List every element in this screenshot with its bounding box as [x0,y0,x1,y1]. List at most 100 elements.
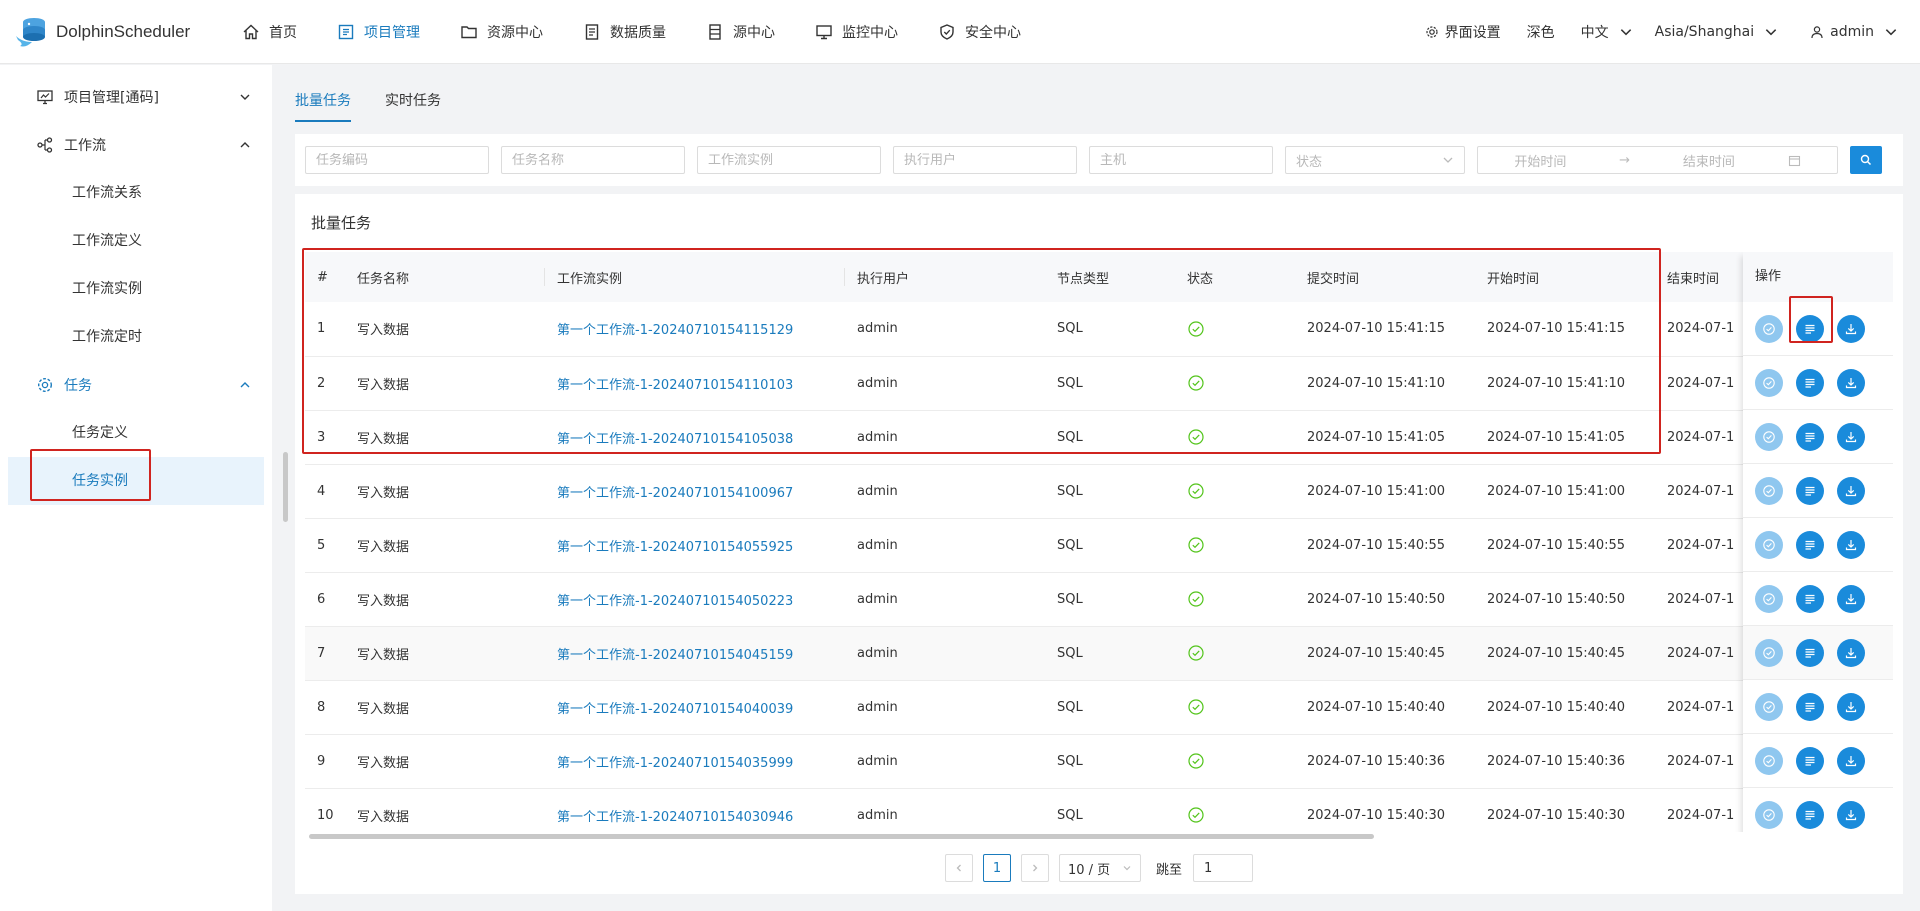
workflow-instance-input[interactable] [708,152,870,168]
row-submit-time: 2024-07-10 15:41:15 [1295,302,1475,357]
view-log-button[interactable] [1796,476,1824,505]
row-workflow-instance-link[interactable]: 第一个工作流-1-20240710154105038 [545,410,845,465]
jump-page-input[interactable]: 1 [1193,854,1253,882]
col-exec-user: 执行用户 [845,252,1045,302]
sidebar-group-task[interactable]: 任务 [0,361,272,409]
view-log-button[interactable] [1796,422,1824,451]
date-range-picker[interactable]: 开始时间 → 结束时间 [1477,146,1838,174]
view-log-button[interactable] [1796,530,1824,559]
nav-home[interactable]: 首页 [222,0,317,64]
nav-project[interactable]: 项目管理 [317,0,440,64]
view-log-button[interactable] [1796,314,1824,343]
table-row: 7 写入数据 第一个工作流-1-20240710154045159 admin SQL 2… [305,626,1893,681]
col-workflow-instance: 工作流实例 [545,252,845,302]
sidebar-item-workflow-definition[interactable]: 工作流定义 [8,217,264,265]
force-success-button[interactable] [1755,746,1783,775]
timezone-select[interactable]: Asia/Shanghai [1655,24,1785,40]
row-workflow-instance-link[interactable]: 第一个工作流-1-20240710154110103 [545,356,845,411]
next-page-button[interactable] [1020,854,1049,882]
view-log-button[interactable] [1796,800,1824,829]
sidebar-scrollbar[interactable] [283,452,288,522]
view-log-button[interactable] [1796,746,1824,775]
force-success-button[interactable] [1755,314,1783,343]
force-success-button[interactable] [1755,530,1783,559]
view-log-button[interactable] [1796,638,1824,667]
language-select[interactable]: 中文 [1581,22,1639,42]
force-success-button[interactable] [1755,692,1783,721]
download-log-button[interactable] [1837,314,1865,343]
sidebar-item-task-instance[interactable]: 任务实例 [8,457,264,505]
row-workflow-instance-link[interactable]: 第一个工作流-1-20240710154115129 [545,302,845,357]
row-task-name: 写入数据 [345,572,545,627]
force-success-button[interactable] [1755,476,1783,505]
force-success-button[interactable] [1755,422,1783,451]
force-success-button[interactable] [1755,800,1783,829]
download-log-button[interactable] [1837,368,1865,397]
exec-user-input[interactable] [904,152,1066,168]
row-task-name: 写入数据 [345,410,545,465]
user-menu[interactable]: admin [1810,24,1904,40]
nav-resource[interactable]: 资源中心 [440,0,563,64]
nav-data-quality[interactable]: 数据质量 [563,0,686,64]
download-log-button[interactable] [1837,422,1865,451]
download-log-button[interactable] [1837,692,1865,721]
sidebar-item-task-definition[interactable]: 任务定义 [8,409,264,457]
row-start-time: 2024-07-10 15:40:50 [1475,572,1655,627]
row-index: 2 [305,356,345,411]
search-button[interactable] [1850,146,1882,174]
nav-data-quality-label: 数据质量 [610,24,666,41]
download-icon [1845,431,1857,442]
task-code-input[interactable] [316,152,478,168]
download-log-button[interactable] [1837,476,1865,505]
success-state-icon [1188,537,1204,553]
tab-realtime-task[interactable]: 实时任务 [385,80,441,122]
download-log-button[interactable] [1837,530,1865,559]
force-success-button[interactable] [1755,638,1783,667]
nav-datasource[interactable]: 源中心 [686,0,795,64]
force-success-button[interactable] [1755,584,1783,613]
row-workflow-instance-link[interactable]: 第一个工作流-1-20240710154030946 [545,788,845,832]
download-log-button[interactable] [1837,746,1865,775]
nav-security[interactable]: 安全中心 [918,0,1041,64]
host-input[interactable] [1100,152,1262,168]
prev-page-button[interactable] [944,854,973,882]
sidebar-group-project[interactable]: 项目管理[通码] [0,73,272,121]
force-success-button[interactable] [1755,368,1783,397]
row-start-time: 2024-07-10 15:40:45 [1475,626,1655,681]
state-select[interactable]: 状态 [1285,146,1465,174]
view-log-button[interactable] [1796,692,1824,721]
row-workflow-instance-link[interactable]: 第一个工作流-1-20240710154040039 [545,680,845,735]
operations-row [1743,680,1893,734]
sidebar-group-workflow-label: 工作流 [64,138,106,154]
nav-home-label: 首页 [269,24,297,41]
log-icon [1805,540,1815,550]
row-state [1175,410,1295,465]
workflow-icon [37,137,53,153]
logo[interactable]: DolphinScheduler [0,12,222,52]
download-log-button[interactable] [1837,638,1865,667]
row-exec-user: admin [845,788,1045,832]
row-workflow-instance-link[interactable]: 第一个工作流-1-20240710154055925 [545,518,845,573]
sidebar-item-workflow-timing[interactable]: 工作流定时 [8,313,264,361]
download-log-button[interactable] [1837,800,1865,829]
sidebar-item-workflow-relation[interactable]: 工作流关系 [8,169,264,217]
nav-monitor[interactable]: 监控中心 [795,0,918,64]
sidebar-group-workflow[interactable]: 工作流 [0,121,272,169]
task-name-input[interactable] [512,152,674,168]
nav-resource-label: 资源中心 [487,24,543,41]
download-log-button[interactable] [1837,584,1865,613]
table-horizontal-scrollbar[interactable] [309,834,1374,839]
view-log-button[interactable] [1796,584,1824,613]
sidebar-item-workflow-instance[interactable]: 工作流实例 [8,265,264,313]
tab-batch-task[interactable]: 批量任务 [295,80,351,122]
page-size-select[interactable]: 10 / 页 [1058,854,1141,882]
row-workflow-instance-link[interactable]: 第一个工作流-1-20240710154045159 [545,626,845,681]
row-workflow-instance-link[interactable]: 第一个工作流-1-20240710154100967 [545,464,845,519]
page-number-button[interactable]: 1 [982,854,1011,882]
view-log-button[interactable] [1796,368,1824,397]
row-node-type: SQL [1045,410,1175,465]
ui-settings-button[interactable]: 界面设置 [1425,22,1501,42]
theme-toggle[interactable]: 深色 [1527,22,1555,42]
row-workflow-instance-link[interactable]: 第一个工作流-1-20240710154050223 [545,572,845,627]
row-workflow-instance-link[interactable]: 第一个工作流-1-20240710154035999 [545,734,845,789]
